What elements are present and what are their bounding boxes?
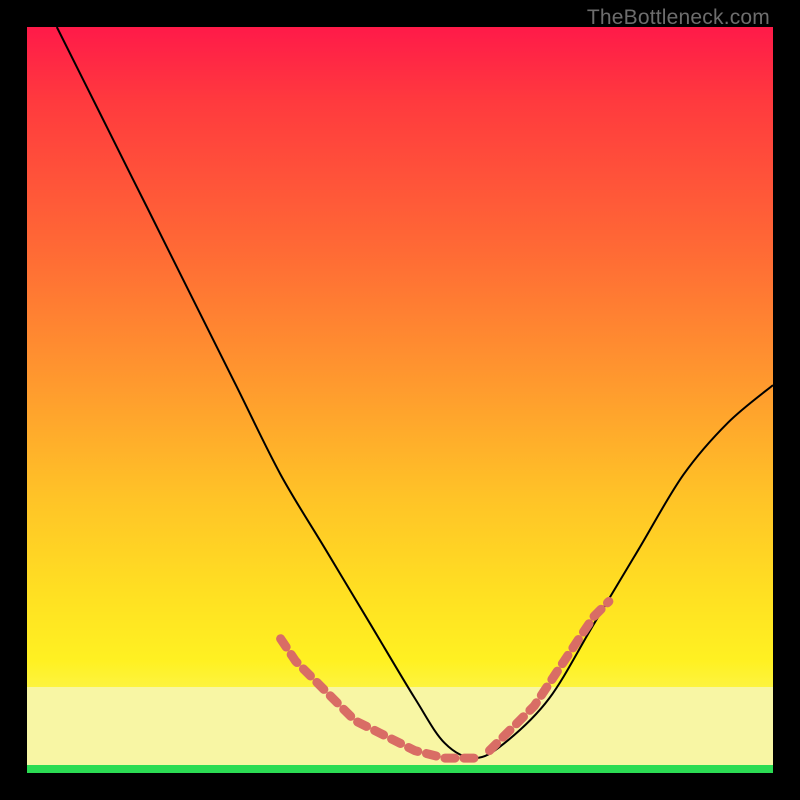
plot-area	[27, 27, 773, 773]
chart-frame: TheBottleneck.com	[0, 0, 800, 800]
right-ascending-dots	[490, 601, 609, 750]
left-descending-dots	[281, 639, 475, 758]
watermark-text: TheBottleneck.com	[587, 6, 770, 30]
bottleneck-curve	[57, 27, 773, 758]
curve-svg	[27, 27, 773, 773]
